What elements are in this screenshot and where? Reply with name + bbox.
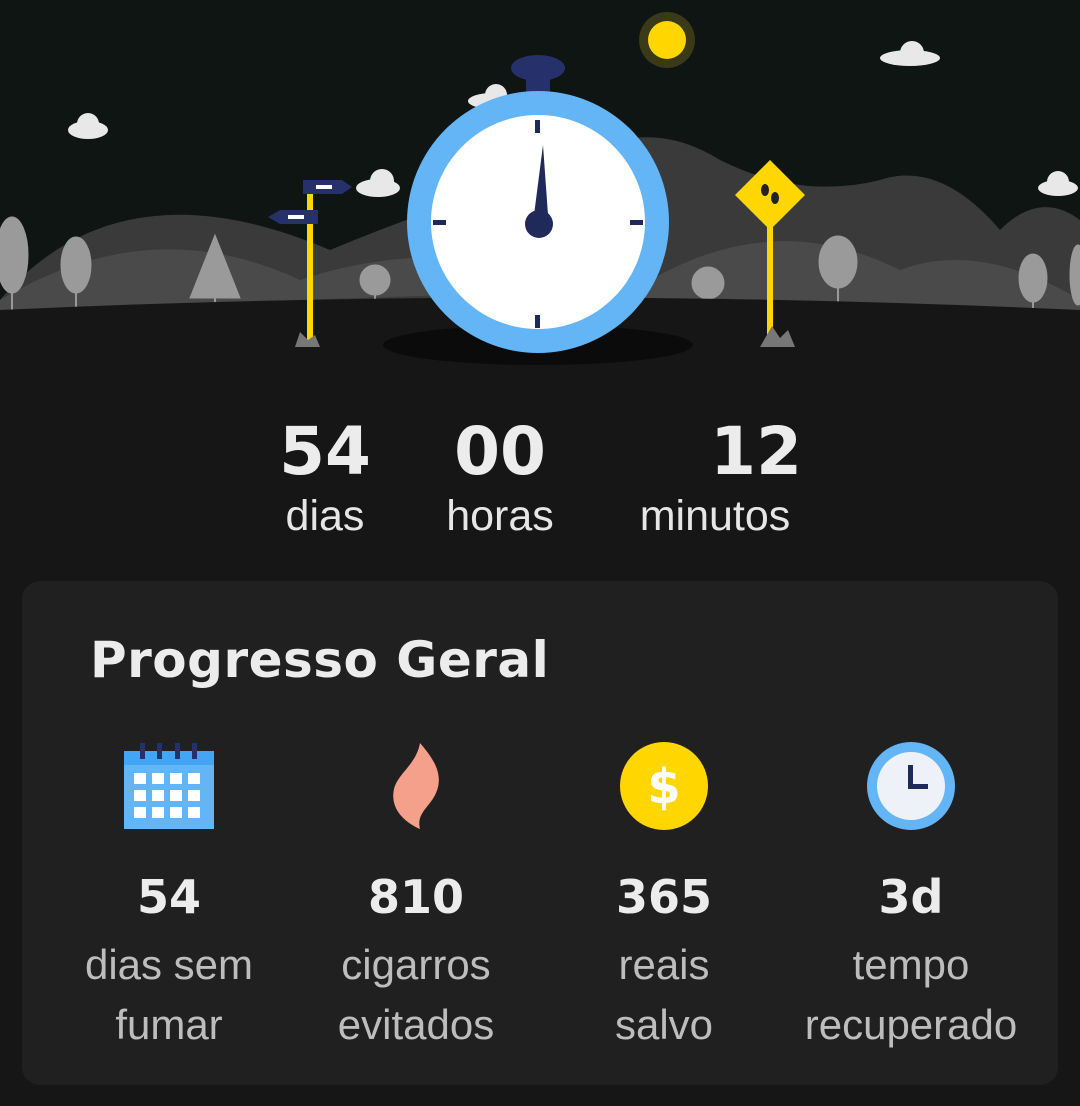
stat-money-saved: $ 365 reais salvo: [539, 741, 789, 1055]
stat-value: 54: [136, 870, 201, 924]
svg-text:$: $: [647, 759, 680, 815]
hero-illustration: [0, 0, 1080, 400]
timer-minutes: 12 minutos: [620, 412, 810, 542]
timer-minutes-value: 12: [710, 413, 802, 490]
stat-label: reais salvo: [614, 941, 714, 1048]
dollar-coin-icon: $: [539, 741, 789, 831]
stat-time-recovered: 3d tempo recuperado: [786, 741, 1036, 1055]
timer-hours: 00 horas: [430, 412, 570, 542]
stat-label: cigarros evitados: [337, 941, 495, 1048]
timer-days: 54 dias: [265, 412, 385, 542]
flame-icon: [291, 741, 541, 831]
progress-title: Progresso Geral: [90, 631, 550, 689]
stat-label: dias sem fumar: [84, 941, 254, 1048]
stat-value: 3d: [878, 870, 944, 924]
progress-card: Progresso Geral 54 dias sem fumar 810 ci…: [22, 581, 1058, 1085]
stat-label: tempo recuperado: [804, 941, 1018, 1048]
timer-hours-label: horas: [446, 492, 554, 540]
calendar-icon: [44, 741, 294, 831]
sun-icon: [639, 12, 695, 68]
stat-cigarettes-avoided: 810 cigarros evitados: [291, 741, 541, 1055]
timer-hours-value: 00: [454, 413, 546, 490]
stat-value: 365: [615, 870, 713, 924]
stat-days-smoke-free: 54 dias sem fumar: [44, 741, 294, 1055]
clock-icon: [786, 741, 1036, 831]
timer-days-value: 54: [279, 413, 371, 490]
stat-value: 810: [367, 870, 465, 924]
elapsed-timer: 54 dias 00 horas 12 minutos: [0, 400, 1080, 560]
timer-days-label: dias: [285, 492, 365, 540]
timer-minutes-label: minutos: [639, 492, 791, 540]
